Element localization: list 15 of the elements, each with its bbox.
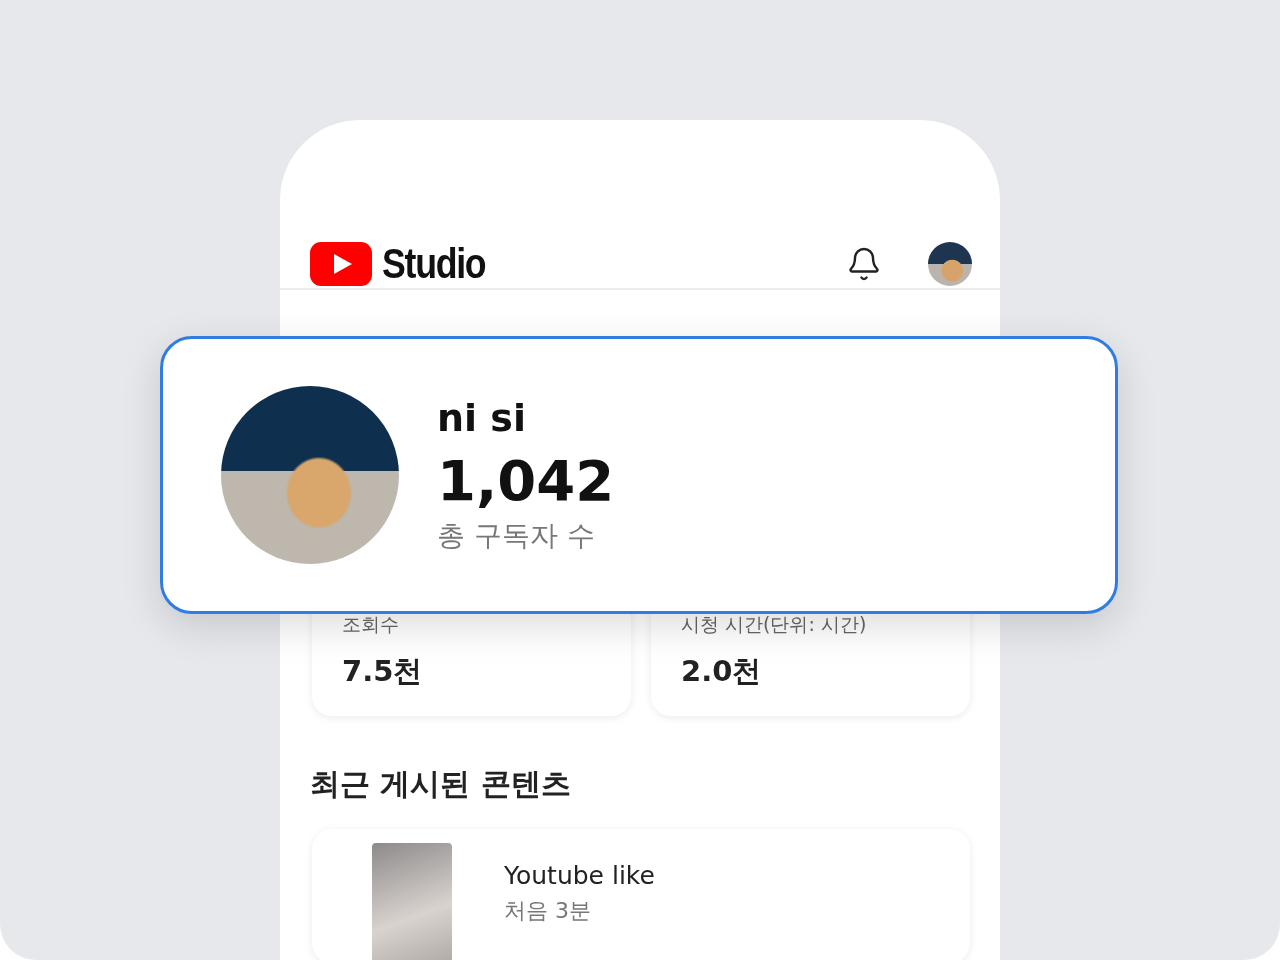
content-card[interactable]: Youtube like 처음 3분 (312, 829, 970, 960)
stat-value: 2.0천 (681, 653, 763, 690)
content-meta: 처음 3분 (504, 897, 592, 925)
subscriber-label: 총 구독자 수 (437, 517, 596, 554)
stat-label: 시청 시간(단위: 시간) (681, 612, 868, 637)
channel-name: ni si (437, 395, 527, 440)
play-logo-icon (310, 242, 372, 286)
avatar[interactable] (928, 242, 972, 286)
content-title: Youtube like (504, 861, 655, 890)
section-title: 최근 게시된 콘텐츠 (310, 765, 572, 803)
stat-label: 조회수 (342, 612, 400, 637)
stat-value: 7.5천 (342, 653, 424, 690)
subscriber-count: 1,042 (437, 447, 615, 513)
logo-text: Studio (382, 240, 486, 288)
notification-bell-icon[interactable] (846, 246, 882, 282)
